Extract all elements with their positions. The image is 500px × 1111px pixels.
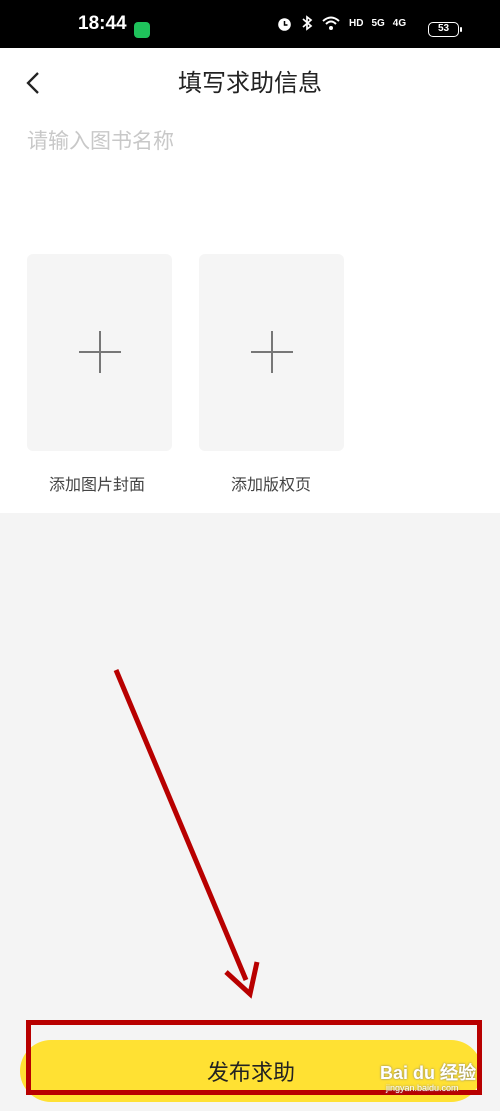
baidu-watermark: Bai du 经验 jingyan.baidu.com <box>380 1063 476 1093</box>
hd-badge: HD <box>349 17 364 29</box>
watermark-brand: Bai du 经验 <box>380 1063 477 1083</box>
plus-icon <box>79 331 121 373</box>
bluetooth-icon <box>302 15 313 31</box>
page-title: 填写求助信息 <box>178 69 322 97</box>
alarm-icon <box>278 17 291 31</box>
signal-4g: 4G <box>392 17 407 29</box>
battery-icon: 53 <box>428 22 462 37</box>
book-name-input[interactable] <box>27 124 473 158</box>
status-time: 18:44 <box>78 13 127 34</box>
upload-copyright-button[interactable] <box>199 254 344 451</box>
wifi-icon <box>322 16 340 30</box>
upload-copyright-label: 添加版权页 <box>231 475 312 494</box>
watermark-url: jingyan.baidu.com <box>386 1083 459 1093</box>
status-bar: 18:44 HD 5G 4G 53 <box>0 0 500 48</box>
upload-cover-button[interactable] <box>27 254 172 451</box>
plus-icon <box>251 331 293 373</box>
upload-cover-label: 添加图片封面 <box>49 475 146 494</box>
status-icons: HD 5G 4G <box>276 14 406 32</box>
wechat-app-icon <box>134 22 150 38</box>
signal-5g: 5G <box>371 17 385 29</box>
